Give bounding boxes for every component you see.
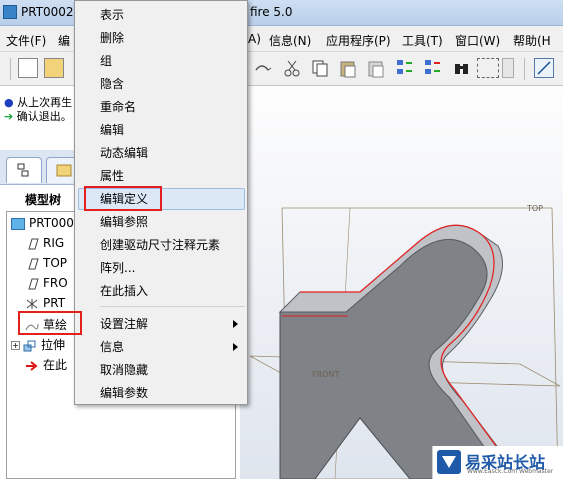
menu-item-properties[interactable]: 属性 xyxy=(100,166,124,186)
menu-item-group[interactable]: 组 xyxy=(100,51,112,71)
part-icon xyxy=(11,217,25,230)
tree-item-extrude[interactable]: + 拉伸 xyxy=(11,336,65,354)
selection-box-icon[interactable] xyxy=(477,58,499,78)
menu-item-info[interactable]: 信息 xyxy=(100,337,124,357)
submenu-arrow-icon xyxy=(233,320,238,328)
menu-item-dynamic-edit[interactable]: 动态编辑 xyxy=(100,143,148,163)
regenerate-icon[interactable] xyxy=(394,58,414,78)
insert-here-icon xyxy=(25,360,39,372)
redo-icon[interactable] xyxy=(252,58,272,78)
menu-item-edit[interactable]: 编辑 xyxy=(100,120,124,140)
regen-manager-icon[interactable] xyxy=(422,58,442,78)
menu-item-insert-here[interactable]: 在此插入 xyxy=(100,281,148,301)
paste-special-icon[interactable] xyxy=(366,58,386,78)
tree-item-front[interactable]: FRO xyxy=(25,276,68,294)
message-line: ➔ 确认退出。 xyxy=(4,108,72,124)
sketch-item-red-box xyxy=(18,311,82,335)
menu-item-suppress[interactable]: 隐含 xyxy=(100,74,124,94)
model-view xyxy=(249,207,561,479)
tree-item-label: RIG xyxy=(43,236,65,250)
edit-definition-red-box xyxy=(84,186,162,211)
menu-item-edit-references[interactable]: 编辑参照 xyxy=(100,212,148,232)
menu-item-set-annotation[interactable]: 设置注解 xyxy=(100,314,148,334)
copy-icon[interactable] xyxy=(310,58,330,78)
menu-analysis[interactable]: A) xyxy=(248,32,261,46)
tree-item-label: PRT000 xyxy=(29,216,74,230)
menu-edit[interactable]: 编 xyxy=(58,32,70,49)
datum-plane-icon xyxy=(25,238,39,250)
extrude-icon xyxy=(23,340,37,352)
cut-icon[interactable] xyxy=(282,58,302,78)
tree-item-root[interactable]: PRT000 xyxy=(11,216,74,234)
new-file-icon[interactable] xyxy=(18,58,38,78)
arrow-bullet-icon: ➔ xyxy=(4,110,14,123)
watermark-subtext: Www.Easck.Com Webmaster xyxy=(467,468,554,475)
tree-item-label: PRT xyxy=(43,296,66,310)
menu-item-represent[interactable]: 表示 xyxy=(100,5,124,25)
toolbar-separator xyxy=(524,58,525,80)
app-icon xyxy=(3,5,17,19)
chevron-down-icon[interactable] xyxy=(502,58,514,78)
sketch-tool-icon[interactable] xyxy=(534,58,554,78)
paste-icon[interactable] xyxy=(338,58,358,78)
menu-tools[interactable]: 工具(T) xyxy=(402,32,443,49)
find-binoculars-icon[interactable] xyxy=(452,58,472,78)
menu-item-unhide[interactable]: 取消隐藏 xyxy=(100,360,148,380)
menu-item-rename[interactable]: 重命名 xyxy=(100,97,136,117)
tab-model-tree[interactable] xyxy=(6,157,42,183)
menu-item-delete[interactable]: 删除 xyxy=(100,28,124,48)
tree-item-label: 拉伸 xyxy=(41,338,66,352)
toolbar-grip xyxy=(10,58,11,80)
csys-icon xyxy=(25,298,39,310)
tree-item-label: 在此 xyxy=(43,358,68,372)
menu-applications[interactable]: 应用程序(P) xyxy=(326,32,391,49)
tree-item-right[interactable]: RIG xyxy=(25,236,64,254)
menu-window[interactable]: 窗口(W) xyxy=(455,32,500,49)
watermark: 易采站长站 Www.Easck.Com Webmaster xyxy=(432,446,563,479)
menu-info[interactable]: 信息(N) xyxy=(269,32,311,49)
window-title: PRT0002 xyxy=(21,5,74,19)
submenu-arrow-icon xyxy=(233,343,238,351)
tree-item-label: TOP xyxy=(43,256,68,270)
tree-item-label: FRO xyxy=(43,276,68,290)
datum-plane-icon xyxy=(25,278,39,290)
site-logo-icon xyxy=(437,450,461,474)
menu-item-pattern[interactable]: 阵列... xyxy=(100,258,135,278)
graphics-window[interactable]: TOP FRONT xyxy=(240,86,563,479)
window-title-suffix: fire 5.0 xyxy=(250,5,293,19)
menu-item-create-driving-dim[interactable]: 创建驱动尺寸注释元素 xyxy=(100,235,220,255)
menu-separator xyxy=(100,306,245,307)
expand-plus-icon[interactable]: + xyxy=(11,341,20,350)
tree-item-top[interactable]: TOP xyxy=(25,256,67,274)
menu-file[interactable]: 文件(F) xyxy=(6,32,46,49)
front-plane-label: FRONT xyxy=(312,370,340,379)
tree-item-insert-here[interactable]: 在此 xyxy=(25,356,67,374)
menu-help[interactable]: 帮助(H xyxy=(513,32,551,49)
message-text: 确认退出。 xyxy=(16,110,72,123)
panel-title: 模型树 xyxy=(25,193,62,207)
menu-item-edit-parameters[interactable]: 编辑参数 xyxy=(100,383,148,403)
top-plane-label: TOP xyxy=(527,204,544,213)
open-folder-icon[interactable] xyxy=(44,58,64,78)
datum-plane-icon xyxy=(25,258,39,270)
